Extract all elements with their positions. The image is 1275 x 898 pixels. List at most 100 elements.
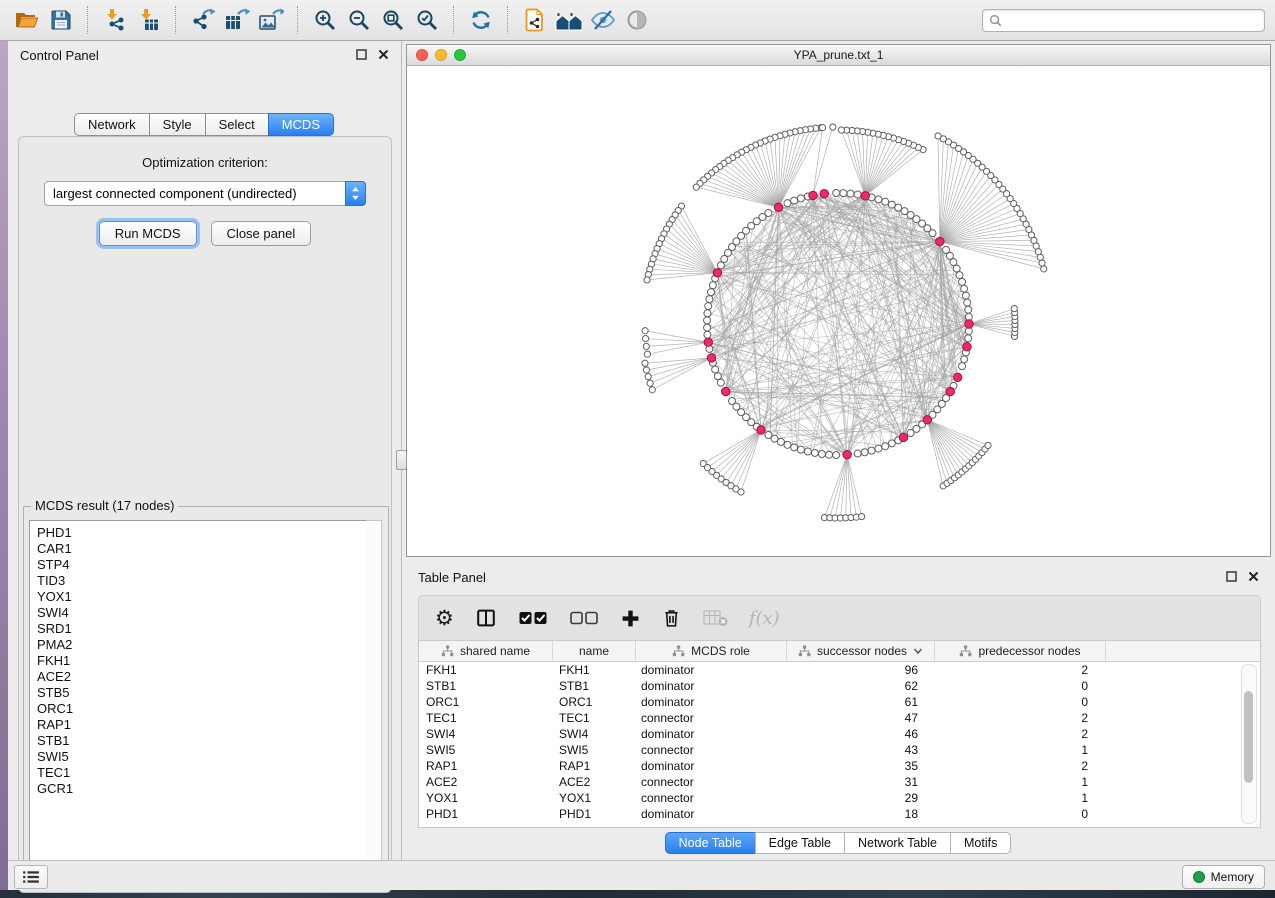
function-builder-icon-disabled: f(x) [749,608,780,629]
delete-table-icon-disabled [702,608,729,628]
new-network-from-selection-icon[interactable] [518,5,552,35]
split-columns-icon[interactable] [474,607,498,629]
mcds-result-item[interactable]: TID3 [37,573,366,589]
float-panel-icon[interactable] [1226,570,1237,585]
mcds-result-item[interactable]: PMA2 [37,637,366,653]
mcds-result-item[interactable]: STB5 [37,685,366,701]
column-header-name[interactable]: name [553,641,636,661]
add-column-icon[interactable] [620,608,641,629]
control-panel-title: Control Panel [20,48,99,63]
mcds-result-item[interactable]: ORC1 [37,701,366,717]
table-row[interactable]: STB1STB1dominator620 [419,678,1260,694]
table-row[interactable]: FKH1FKH1dominator962 [419,662,1260,678]
maximize-window-icon[interactable] [454,49,466,61]
close-panel-button[interactable]: Close panel [211,221,312,246]
network-window-titlebar[interactable]: YPA_prune.txt_1 [407,45,1270,66]
tree-icon [959,645,972,657]
table-row[interactable]: YOX1YOX1connector291 [419,790,1260,806]
mcds-result-item[interactable]: CAR1 [37,541,366,557]
search-box[interactable] [982,9,1265,32]
settings-gear-icon[interactable]: ⚙ [435,608,454,629]
hide-graphics-details-icon[interactable] [586,5,620,35]
table-row[interactable]: ORC1ORC1dominator610 [419,694,1260,710]
mcds-result-item[interactable]: FKH1 [37,653,366,669]
mcds-result-item[interactable]: SWI4 [37,605,366,621]
status-bar: Memory [8,860,1275,890]
mcds-result-item[interactable]: SWI5 [37,749,366,765]
table-row[interactable]: TEC1TEC1connector472 [419,710,1260,726]
tree-icon [672,645,685,657]
tab-select[interactable]: Select [205,113,269,136]
network-canvas-svg[interactable] [407,66,1270,557]
tab-motifs[interactable]: Motifs [950,832,1011,854]
close-window-icon[interactable] [416,49,428,61]
column-header-filler [1106,641,1260,661]
table-panel-tabs: Node Table Edge Table Network Table Moti… [406,832,1271,854]
mcds-result-item[interactable]: STP4 [37,557,366,573]
close-panel-icon[interactable] [1248,570,1259,585]
zoom-selected-icon[interactable] [410,5,444,35]
select-all-icon[interactable] [518,609,549,627]
open-file-icon[interactable] [10,5,44,35]
zoom-in-icon[interactable] [308,5,342,35]
control-panel-tabs: Network Style Select MCDS [8,113,401,136]
export-table-icon[interactable] [220,5,254,35]
zoom-out-icon[interactable] [342,5,376,35]
tab-network-table[interactable]: Network Table [844,832,951,854]
table-scrollbar[interactable] [1241,664,1257,824]
import-network-icon[interactable] [98,5,132,35]
mcds-result-item[interactable]: PHD1 [37,525,366,541]
delete-column-icon[interactable] [661,607,682,629]
mcds-result-list: PHD1 CAR1 STP4 TID3 YOX1 SWI4 SRD1 PMA2 … [29,520,367,874]
minimize-window-icon[interactable] [435,49,447,61]
toolbar-separator [453,6,455,34]
save-session-icon[interactable] [44,5,78,35]
task-history-button[interactable] [14,865,48,889]
close-panel-icon[interactable] [378,48,389,63]
mcds-result-item[interactable]: RAP1 [37,717,366,733]
mcds-result-item[interactable]: ACE2 [37,669,366,685]
mcds-result-item[interactable]: TEC1 [37,765,366,781]
table-row[interactable]: RAP1RAP1dominator352 [419,758,1260,774]
table-panel: Table Panel ⚙ f(x) shared name name MCDS… [406,563,1271,858]
mcds-list-scrollbar[interactable] [366,520,382,874]
deselect-all-icon[interactable] [569,609,600,627]
select-arrows-icon [345,181,366,206]
mcds-result-item[interactable]: SRD1 [37,621,366,637]
zoom-fit-icon[interactable] [376,5,410,35]
import-table-icon[interactable] [132,5,166,35]
table-row[interactable]: ACE2ACE2connector311 [419,774,1260,790]
show-graphics-details-icon[interactable] [620,5,654,35]
memory-status-icon [1193,871,1205,883]
tab-mcds[interactable]: MCDS [268,113,334,136]
run-mcds-button[interactable]: Run MCDS [99,221,197,246]
network-window-title: YPA_prune.txt_1 [407,45,1270,65]
search-input[interactable] [1006,12,1258,28]
column-header-successor-nodes[interactable]: successor nodes [787,641,935,661]
optimization-select[interactable]: largest connected component (undirected) [44,181,366,206]
apply-layout-refresh-icon[interactable] [464,5,498,35]
optimization-select-value: largest connected component (undirected) [53,186,297,201]
memory-button[interactable]: Memory [1182,865,1265,889]
memory-label: Memory [1211,870,1254,884]
mcds-result-item[interactable]: GCR1 [37,781,366,797]
mcds-result-item[interactable]: YOX1 [37,589,366,605]
float-panel-icon[interactable] [356,48,367,63]
column-header-shared-name[interactable]: shared name [419,641,553,661]
column-header-predecessor-nodes[interactable]: predecessor nodes [935,641,1106,661]
tab-network[interactable]: Network [74,113,150,136]
mcds-result-item[interactable]: STB1 [37,733,366,749]
table-row[interactable]: PHD1PHD1dominator180 [419,806,1260,822]
network-window: YPA_prune.txt_1 [406,44,1271,557]
search-icon [989,14,1002,27]
tab-style[interactable]: Style [149,113,206,136]
table-row[interactable]: SWI4SWI4dominator462 [419,726,1260,742]
tab-edge-table[interactable]: Edge Table [755,832,845,854]
home-icon[interactable] [552,5,586,35]
table-scrollbar-thumb[interactable] [1244,691,1253,783]
export-network-icon[interactable] [186,5,220,35]
export-image-icon[interactable] [254,5,288,35]
tab-node-table[interactable]: Node Table [665,832,756,854]
column-header-mcds-role[interactable]: MCDS role [636,641,787,661]
table-row[interactable]: SWI5SWI5connector431 [419,742,1260,758]
